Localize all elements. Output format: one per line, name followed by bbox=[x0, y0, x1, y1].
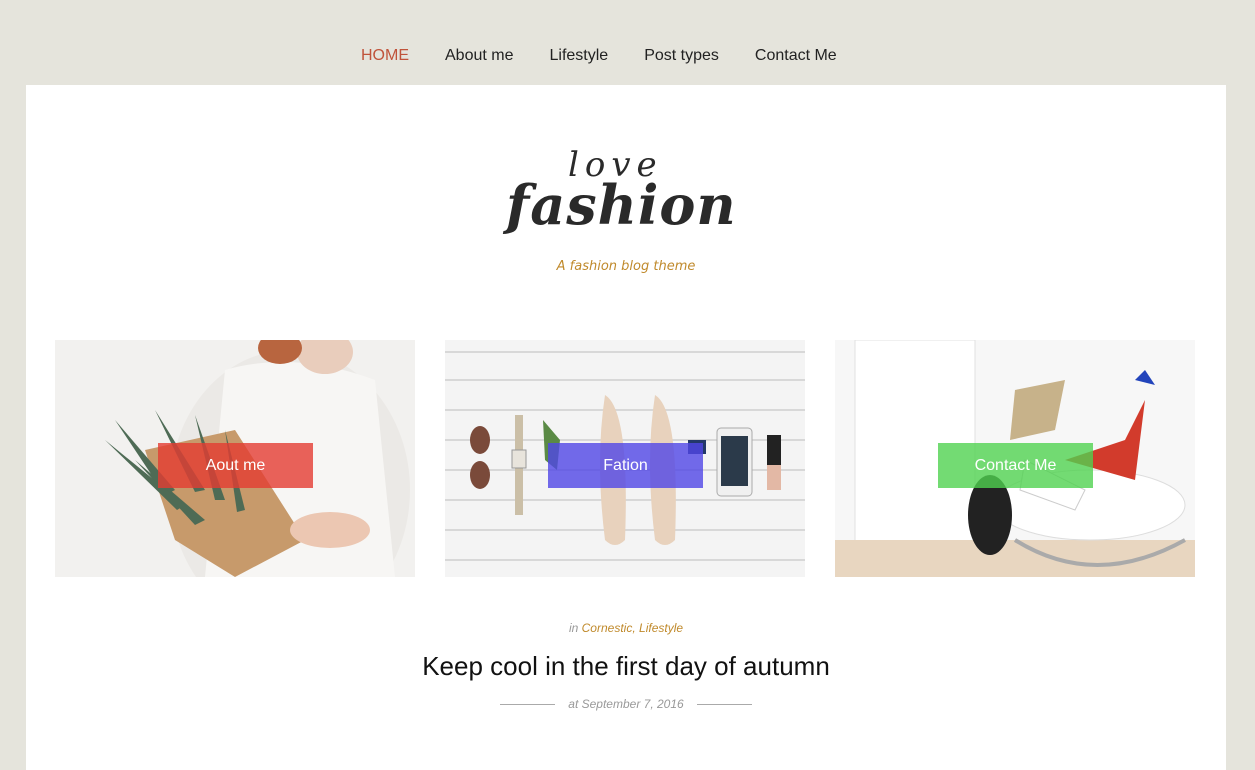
category-link-cornestic[interactable]: Cornestic bbox=[582, 621, 633, 635]
logo-fashion-text: fashion bbox=[506, 173, 737, 237]
divider-right bbox=[697, 704, 753, 706]
promo-card-fashion[interactable]: Fation bbox=[445, 340, 805, 577]
site-tagline: A fashion blog theme bbox=[556, 259, 696, 274]
nav-item-post-types[interactable]: Post types bbox=[644, 46, 719, 66]
post-categories: in Cornestic, Lifestyle bbox=[26, 621, 1226, 635]
promo-card-about[interactable]: Aout me bbox=[55, 340, 415, 577]
top-navigation: HOME About me Lifestyle Post types Conta… bbox=[0, 0, 1255, 85]
nav-item-contact-me[interactable]: Contact Me bbox=[755, 46, 837, 66]
nav-menu: HOME About me Lifestyle Post types Conta… bbox=[361, 46, 873, 66]
divider-left bbox=[499, 704, 555, 706]
post-title[interactable]: Keep cool in the first day of autumn bbox=[26, 651, 1226, 682]
post-date-row: at September 7, 2016 bbox=[26, 697, 1226, 711]
nav-item-about-me[interactable]: About me bbox=[445, 46, 513, 66]
about-me-button[interactable]: Aout me bbox=[158, 443, 313, 488]
category-link-lifestyle[interactable]: Lifestyle bbox=[639, 621, 683, 635]
promo-card-contact[interactable]: Contact Me bbox=[835, 340, 1195, 577]
category-separator: , bbox=[632, 621, 636, 635]
post-date: at September 7, 2016 bbox=[568, 697, 684, 711]
nav-item-home[interactable]: HOME bbox=[361, 46, 409, 66]
nav-item-lifestyle[interactable]: Lifestyle bbox=[549, 46, 608, 66]
contact-me-button[interactable]: Contact Me bbox=[938, 443, 1093, 488]
fashion-button[interactable]: Fation bbox=[548, 443, 703, 488]
category-prefix: in bbox=[568, 621, 579, 635]
main-page: love fashion A fashion blog theme Aout m… bbox=[26, 85, 1226, 770]
